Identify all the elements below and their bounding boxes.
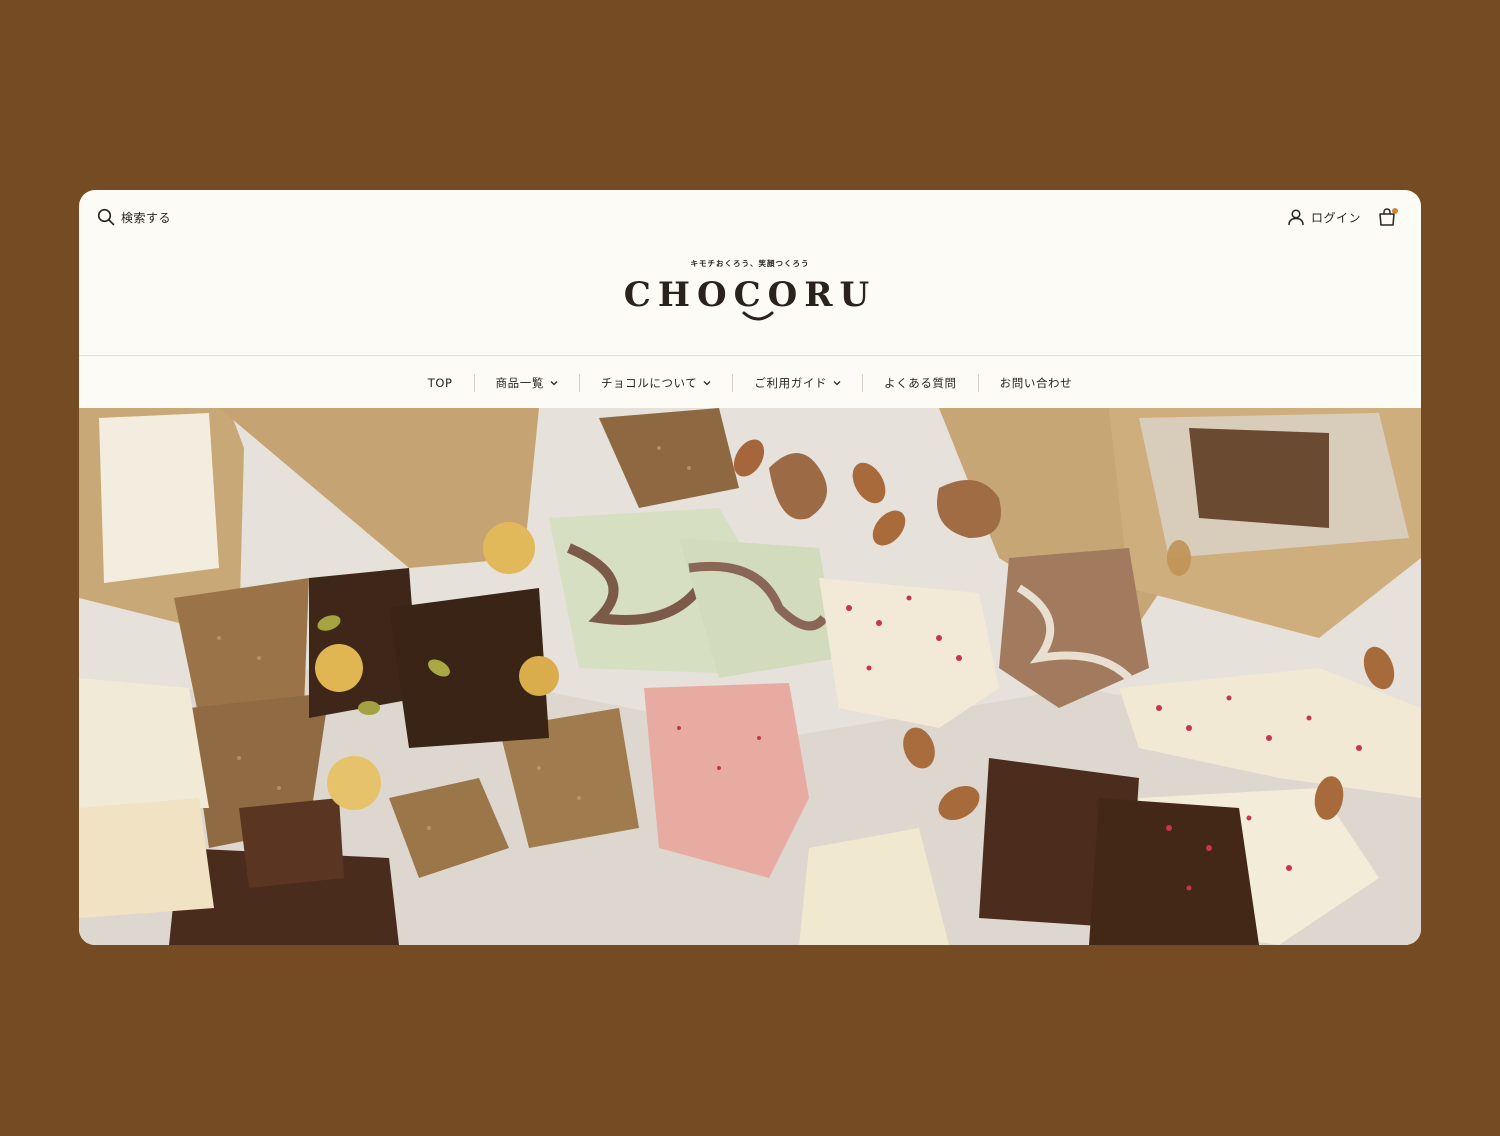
nav-item-top[interactable]: TOP bbox=[407, 374, 474, 392]
nav-label: お問い合わせ bbox=[999, 375, 1073, 390]
nav-label: 商品一覧 bbox=[495, 375, 544, 390]
nav-item-faq[interactable]: よくある質問 bbox=[862, 373, 978, 392]
nav-label: チョコルについて bbox=[600, 375, 698, 390]
nav-item-guide[interactable]: ご利用ガイド bbox=[732, 373, 862, 392]
chevron-down-icon bbox=[550, 380, 558, 385]
browser-window: 検索する ログイン キモチおくろう、笑顔つくろう CHOCORU TOP 商品一… bbox=[79, 190, 1421, 945]
smile-mark-icon bbox=[742, 311, 774, 321]
top-bar: 検索する ログイン bbox=[79, 190, 1421, 245]
login-button[interactable]: ログイン bbox=[1287, 208, 1361, 226]
nav-item-products[interactable]: 商品一覧 bbox=[473, 373, 579, 392]
nav-label: TOP bbox=[427, 375, 453, 390]
tagline: キモチおくろう、笑顔つくろう bbox=[690, 259, 810, 268]
nav-item-contact[interactable]: お問い合わせ bbox=[977, 373, 1094, 392]
nav-label: よくある質問 bbox=[884, 375, 957, 390]
logo-area: キモチおくろう、笑顔つくろう CHOCORU bbox=[79, 258, 1421, 321]
nav-item-about[interactable]: チョコルについて bbox=[578, 373, 732, 392]
cart-badge bbox=[1392, 208, 1398, 214]
chevron-down-icon bbox=[833, 380, 841, 385]
search-label: 検索する bbox=[121, 210, 172, 225]
search-icon bbox=[97, 208, 115, 226]
user-icon bbox=[1288, 209, 1304, 226]
site-logo[interactable]: CHOCORU bbox=[623, 275, 877, 321]
hero-image bbox=[79, 408, 1421, 945]
login-label: ログイン bbox=[1310, 210, 1361, 225]
chocolate-bark-photo bbox=[79, 408, 1421, 945]
main-nav: TOP 商品一覧 チョコルについて ご利用ガイド よくある質問 お問い合わせ bbox=[79, 355, 1421, 409]
chevron-down-icon bbox=[703, 380, 711, 385]
nav-label: ご利用ガイド bbox=[754, 375, 828, 390]
search-button[interactable]: 検索する bbox=[97, 208, 171, 226]
logo-text: CHOCORU bbox=[623, 275, 877, 315]
cart-button[interactable] bbox=[1377, 207, 1398, 227]
